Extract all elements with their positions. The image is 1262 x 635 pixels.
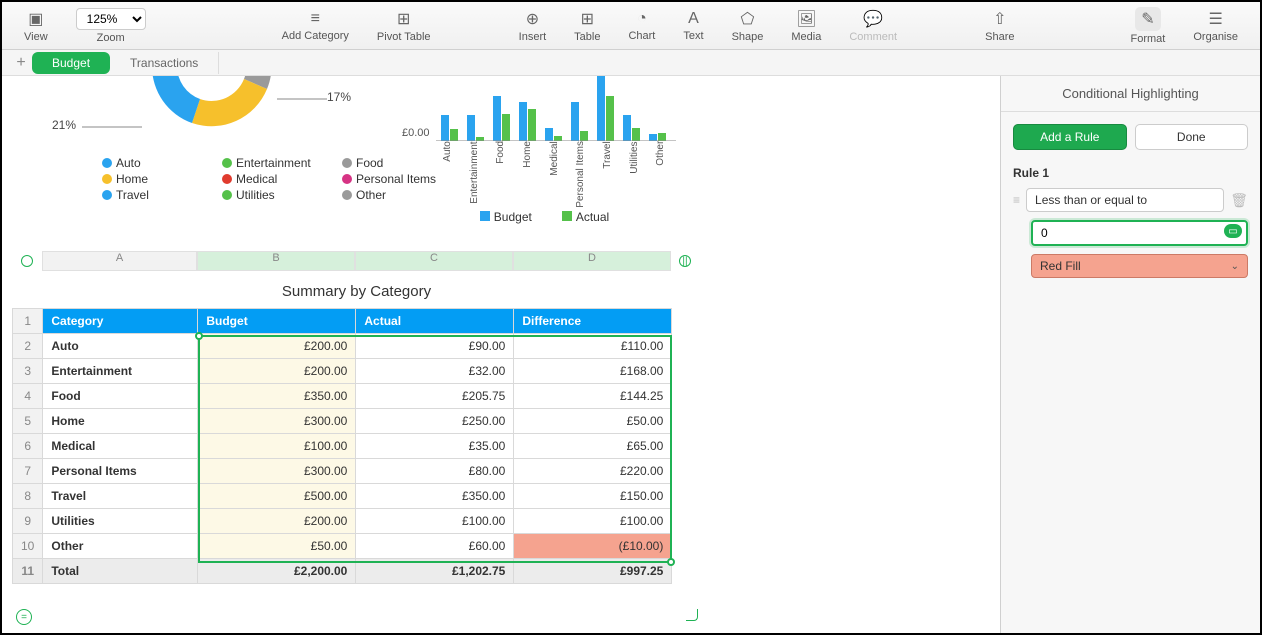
chevron-down-icon: ⌄ [1231, 261, 1239, 272]
organise-icon: ☰ [1209, 9, 1223, 29]
table-row[interactable]: 3Entertainment£200.00£32.00£168.00 [13, 359, 672, 384]
view-button[interactable]: ▣View [14, 9, 58, 43]
add-rule-button[interactable]: Add a Rule [1013, 124, 1127, 150]
table-row[interactable]: 8Travel£500.00£350.00£150.00 [13, 484, 672, 509]
table-row[interactable]: 9Utilities£200.00£100.00£100.00 [13, 509, 672, 534]
bar-chart[interactable]: £0.00 [402, 76, 687, 256]
share-icon: ⇧ [993, 9, 1006, 29]
sheet-tabs: + Budget Transactions [2, 50, 1260, 76]
chart-button[interactable]: ◔Chart [618, 10, 665, 42]
condition-select[interactable]: Less than or equal to [1026, 188, 1224, 212]
pct-label-17: 17% [327, 90, 351, 104]
table-header-row[interactable]: 1 Category Budget Actual Difference [13, 309, 672, 334]
col-a[interactable]: A [42, 251, 197, 271]
add-sheet-button[interactable]: + [10, 54, 32, 72]
table-button[interactable]: ⊞Table [564, 9, 610, 43]
col-b[interactable]: B [197, 251, 355, 271]
sidebar-title: Conditional Highlighting [1001, 76, 1260, 112]
rule-value-input[interactable] [1031, 220, 1248, 246]
toolbar: ▣View 125% Zoom ≡Add Category ⊞Pivot Tab… [2, 2, 1260, 50]
cell-ref-icon[interactable]: ▭ [1224, 224, 1242, 238]
format-button[interactable]: ✎Format [1121, 7, 1176, 45]
add-column[interactable]: || [675, 251, 695, 271]
rule-1-label: Rule 1 [1013, 166, 1248, 180]
table-area: Summary by Category 1 Category Budget Ac… [12, 271, 672, 584]
donut-chart[interactable]: 17% 21% Auto Entertainment Food Home Med… [32, 76, 432, 276]
add-row-button[interactable]: = [16, 609, 32, 625]
comment-icon: 💬 [863, 9, 883, 29]
pivot-icon: ⊞ [397, 9, 410, 29]
chart-icon: ◔ [637, 10, 647, 28]
table-row[interactable]: 5Home£300.00£250.00£50.00 [13, 409, 672, 434]
organise-button[interactable]: ☰Organise [1183, 9, 1248, 43]
tab-budget[interactable]: Budget [32, 52, 110, 74]
bar-ylabel: £0.00 [402, 127, 430, 139]
media-button[interactable]: 🖼Media [781, 9, 831, 43]
category-icon: ≡ [311, 10, 320, 28]
summary-table[interactable]: 1 Category Budget Actual Difference 2Aut… [12, 308, 672, 584]
col-d[interactable]: D [513, 251, 671, 271]
table-row[interactable]: 2Auto£200.00£90.00£110.00 [13, 334, 672, 359]
sidebar-icon: ▣ [28, 9, 43, 29]
table-resize-handle[interactable] [682, 605, 702, 625]
fill-style-select[interactable]: Red Fill⌄ [1031, 254, 1248, 278]
bar-legend: Budget Actual [402, 210, 687, 224]
table-origin[interactable] [12, 251, 42, 271]
donut-legend: Auto Entertainment Food Home Medical Per… [102, 156, 452, 204]
col-c[interactable]: C [355, 251, 513, 271]
drag-handle-icon[interactable]: ≡ [1013, 193, 1020, 207]
tab-transactions[interactable]: Transactions [110, 52, 219, 74]
table-row[interactable]: 10Other£50.00£60.00(£10.00) [13, 534, 672, 559]
table-icon: ⊞ [581, 9, 594, 29]
format-icon: ✎ [1135, 7, 1160, 31]
zoom-select[interactable]: 125% [76, 8, 146, 30]
table-row[interactable]: 4Food£350.00£205.75£144.25 [13, 384, 672, 409]
table-title[interactable]: Summary by Category [42, 271, 671, 308]
shape-icon: ⬠ [741, 9, 755, 29]
shape-button[interactable]: ⬠Shape [722, 9, 774, 43]
table-row[interactable]: 7Personal Items£300.00£80.00£220.00 [13, 459, 672, 484]
text-button[interactable]: AText [673, 10, 713, 42]
pivot-table-button[interactable]: ⊞Pivot Table [367, 9, 441, 43]
done-button[interactable]: Done [1135, 124, 1249, 150]
delete-rule-icon[interactable]: 🗑 [1230, 192, 1248, 209]
media-icon: 🖼 [796, 9, 816, 29]
table-total-row[interactable]: 11Total£2,200.00£1,202.75£997.25 [13, 559, 672, 584]
text-icon: A [688, 10, 699, 28]
share-button[interactable]: ⇧Share [975, 9, 1024, 43]
zoom-control[interactable]: 125% Zoom [66, 8, 156, 44]
insert-button[interactable]: ⊕Insert [509, 9, 557, 43]
donut-svg [112, 76, 312, 156]
bar-svg [436, 76, 676, 141]
plus-icon: ⊕ [526, 9, 539, 29]
table-row[interactable]: 6Medical£100.00£35.00£65.00 [13, 434, 672, 459]
canvas[interactable]: 17% 21% Auto Entertainment Food Home Med… [2, 76, 1000, 633]
comment-button[interactable]: 💬Comment [839, 9, 907, 43]
format-sidebar: Conditional Highlighting Add a Rule Done… [1000, 76, 1260, 633]
pct-label-21: 21% [52, 118, 76, 132]
add-category-button[interactable]: ≡Add Category [272, 10, 359, 42]
column-headers: A B C D || [12, 251, 1000, 271]
